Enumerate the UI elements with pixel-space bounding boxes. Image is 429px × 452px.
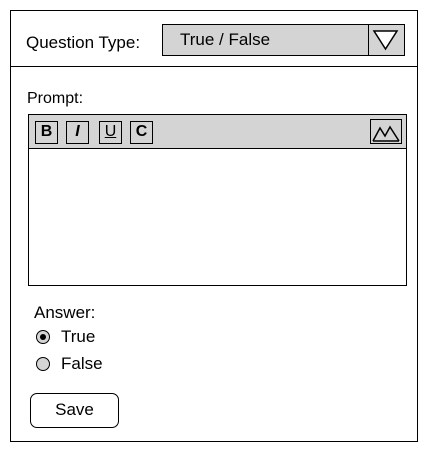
radio-selected-dot xyxy=(39,333,46,340)
code-button[interactable]: C xyxy=(130,121,153,144)
answer-option-label: True xyxy=(61,327,96,346)
editor-toolbar: B I U C xyxy=(29,115,406,149)
prompt-text-area[interactable] xyxy=(29,149,406,285)
radio-false[interactable] xyxy=(36,357,50,371)
question-editor-panel: Question Type: True / False Prompt: B I … xyxy=(10,10,418,442)
radio-true[interactable] xyxy=(36,330,50,344)
answer-label: Answer: xyxy=(34,303,96,322)
question-type-row: Question Type: True / False xyxy=(11,11,417,67)
prompt-label: Prompt: xyxy=(27,90,84,107)
bold-button[interactable]: B xyxy=(35,121,58,144)
chevron-down-icon xyxy=(372,30,399,51)
answer-option-label: False xyxy=(61,354,103,373)
question-type-select[interactable]: True / False xyxy=(162,24,405,56)
image-icon xyxy=(372,125,400,142)
question-type-label: Question Type: xyxy=(26,33,141,52)
insert-image-button[interactable] xyxy=(370,119,402,144)
italic-button[interactable]: I xyxy=(66,121,89,144)
dropdown-arrow-button[interactable] xyxy=(368,25,404,55)
question-type-value: True / False xyxy=(180,30,271,49)
save-button[interactable]: Save xyxy=(30,393,119,428)
prompt-editor: B I U C xyxy=(28,114,407,286)
underline-button[interactable]: U xyxy=(99,121,122,144)
